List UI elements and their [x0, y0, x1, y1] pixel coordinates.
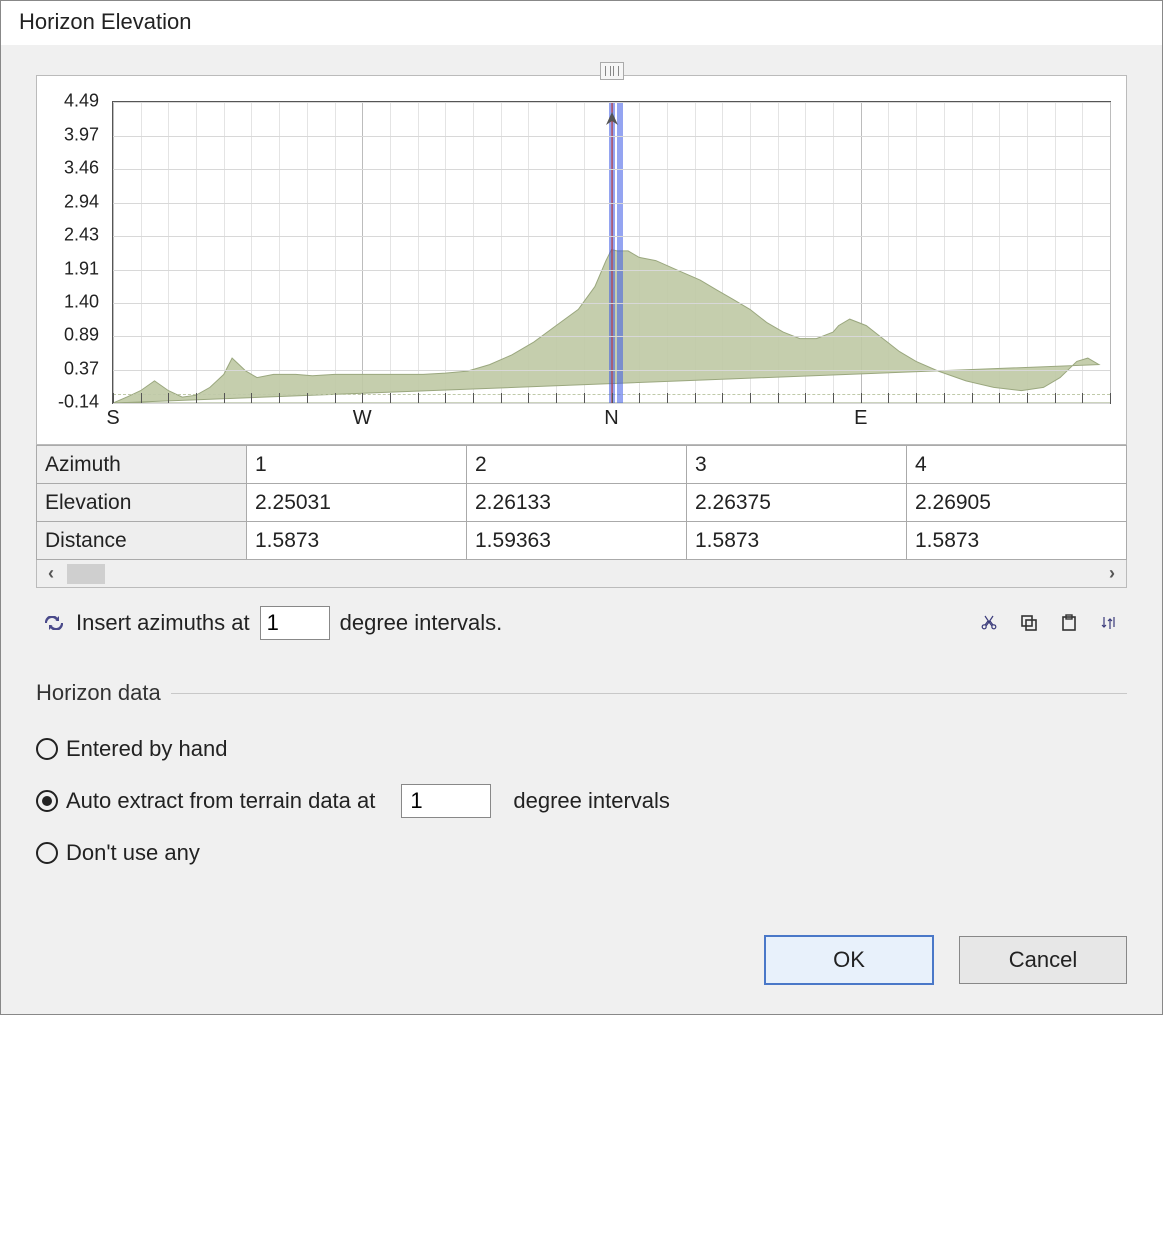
table-hscrollbar[interactable]: ‹ ›: [36, 560, 1127, 588]
dialog-title: Horizon Elevation: [1, 1, 1162, 45]
y-tick-label: 1.40: [64, 291, 99, 312]
radio-label: Don't use any: [66, 840, 200, 866]
y-tick-label: 0.37: [64, 358, 99, 379]
insert-label-prefix: Insert azimuths at: [76, 610, 250, 636]
scroll-left-icon[interactable]: ‹: [37, 563, 65, 584]
sort-icon[interactable]: [1097, 611, 1121, 635]
y-tick-label: -0.14: [58, 392, 99, 413]
y-tick-label: 3.46: [64, 157, 99, 178]
table-tools: [977, 611, 1121, 635]
radio-icon: [36, 738, 58, 760]
radio-none[interactable]: Don't use any: [36, 840, 1127, 866]
marker-band-secondary[interactable]: [617, 102, 623, 403]
x-tick-label: E: [854, 407, 867, 430]
paste-icon[interactable]: [1057, 611, 1081, 635]
north-arrow-icon: [605, 110, 619, 131]
radio-icon: [36, 790, 58, 812]
row-header: Azimuth: [37, 446, 247, 484]
scroll-right-icon[interactable]: ›: [1098, 563, 1126, 584]
insert-interval-input[interactable]: [260, 606, 330, 640]
radio-icon: [36, 842, 58, 864]
table-cell[interactable]: 1.5873: [247, 522, 467, 560]
table-cell[interactable]: 3: [687, 446, 907, 484]
radio-label-after: degree intervals: [513, 788, 670, 814]
y-tick-label: 1.91: [64, 258, 99, 279]
group-title: Horizon data: [36, 680, 161, 706]
table-cell[interactable]: 2.25031: [247, 484, 467, 522]
copy-icon[interactable]: [1017, 611, 1041, 635]
table-cell[interactable]: 2.26375: [687, 484, 907, 522]
azimuth-table: Azimuth1234 Elevation2.250312.261332.2637…: [36, 445, 1127, 560]
x-tick-label: S: [106, 407, 119, 430]
table-cell[interactable]: 1: [247, 446, 467, 484]
table-cell[interactable]: 2.26133: [467, 484, 687, 522]
row-header: Distance: [37, 522, 247, 560]
cut-icon[interactable]: [977, 611, 1001, 635]
y-tick-label: 0.89: [64, 325, 99, 346]
radio-label-before: Auto extract from terrain data at: [66, 788, 375, 814]
table-cell[interactable]: 2.26905: [907, 484, 1127, 522]
y-tick-label: 4.49: [64, 91, 99, 112]
plot-area: SWNE: [112, 101, 1111, 404]
group-divider: [171, 693, 1127, 694]
x-tick-label: W: [353, 407, 372, 430]
insert-label-suffix: degree intervals.: [340, 610, 503, 636]
table-cell[interactable]: 4: [907, 446, 1127, 484]
ok-button[interactable]: OK: [765, 936, 933, 984]
dialog-window: Horizon Elevation -0.14 0.37 0.89 1.40 1.91 2…: [0, 0, 1163, 1015]
table-cell[interactable]: 1.5873: [907, 522, 1127, 560]
dialog-client: -0.14 0.37 0.89 1.40 1.91 2.43 2.94 3.46 3.97 4.4…: [1, 45, 1162, 1014]
radio-entered-by-hand[interactable]: Entered by hand: [36, 736, 1127, 762]
radio-auto-extract[interactable]: Auto extract from terrain data at degree…: [36, 784, 1127, 818]
scroll-thumb[interactable]: [67, 564, 105, 584]
y-tick-label: 2.43: [64, 224, 99, 245]
table-cell[interactable]: 1.59363: [467, 522, 687, 560]
refresh-icon[interactable]: [42, 611, 66, 635]
horizon-data-group: Horizon data Entered by hand Auto extrac…: [36, 680, 1127, 866]
dialog-button-row: OK Cancel: [36, 936, 1127, 984]
table-cell[interactable]: 1.5873: [687, 522, 907, 560]
horizon-chart: -0.14 0.37 0.89 1.40 1.91 2.43 2.94 3.46 3.97 4.4…: [36, 75, 1127, 445]
y-tick-label: 3.97: [64, 124, 99, 145]
marker-line[interactable]: [611, 102, 612, 403]
radio-label: Entered by hand: [66, 736, 227, 762]
insert-azimuth-row: Insert azimuths at degree intervals.: [36, 606, 1127, 640]
cancel-button[interactable]: Cancel: [959, 936, 1127, 984]
slider-handle-icon[interactable]: [600, 62, 624, 80]
auto-interval-input[interactable]: [401, 784, 491, 818]
y-tick-label: 2.94: [64, 191, 99, 212]
row-header: Elevation: [37, 484, 247, 522]
x-tick-label: N: [604, 407, 618, 430]
table-cell[interactable]: 2: [467, 446, 687, 484]
